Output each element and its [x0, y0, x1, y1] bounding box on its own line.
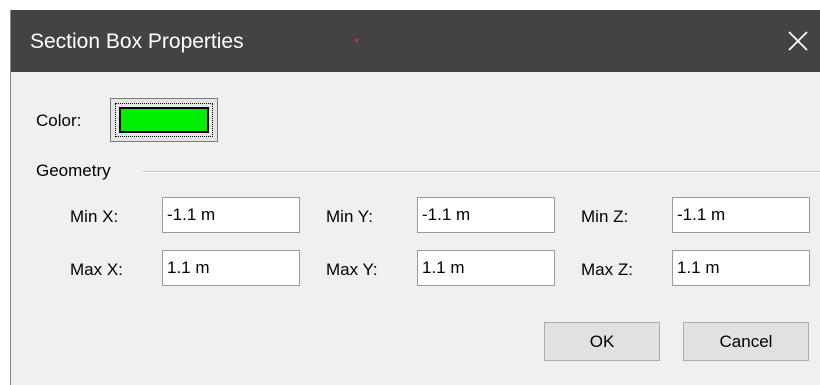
- max-x-field[interactable]: [162, 250, 300, 286]
- close-button[interactable]: [775, 10, 820, 72]
- min-z-field[interactable]: [672, 197, 810, 233]
- min-y-label: Min Y:: [326, 207, 373, 226]
- ok-button[interactable]: OK: [544, 322, 660, 361]
- section-box-properties-dialog: Section Box Properties Color: Geometry M…: [10, 10, 820, 385]
- dialog-title: Section Box Properties: [30, 30, 244, 53]
- group-divider: [143, 171, 820, 173]
- geometry-group-label: Geometry: [36, 161, 111, 180]
- cursor-marker: [355, 39, 358, 42]
- min-x-label: Min X:: [70, 207, 119, 226]
- cancel-button[interactable]: Cancel: [683, 322, 809, 361]
- max-y-field[interactable]: [417, 250, 555, 286]
- max-y-label: Max Y:: [326, 260, 378, 279]
- close-icon: [788, 31, 808, 51]
- color-swatch: [119, 107, 209, 133]
- color-picker-button[interactable]: [110, 98, 218, 142]
- max-x-label: Max X:: [70, 260, 123, 279]
- min-y-field[interactable]: [417, 197, 555, 233]
- max-z-field[interactable]: [672, 250, 810, 286]
- title-bar[interactable]: Section Box Properties: [11, 10, 820, 72]
- color-label: Color:: [36, 111, 82, 130]
- min-x-field[interactable]: [162, 197, 300, 233]
- min-z-label: Min Z:: [581, 207, 629, 226]
- max-z-label: Max Z:: [581, 260, 633, 279]
